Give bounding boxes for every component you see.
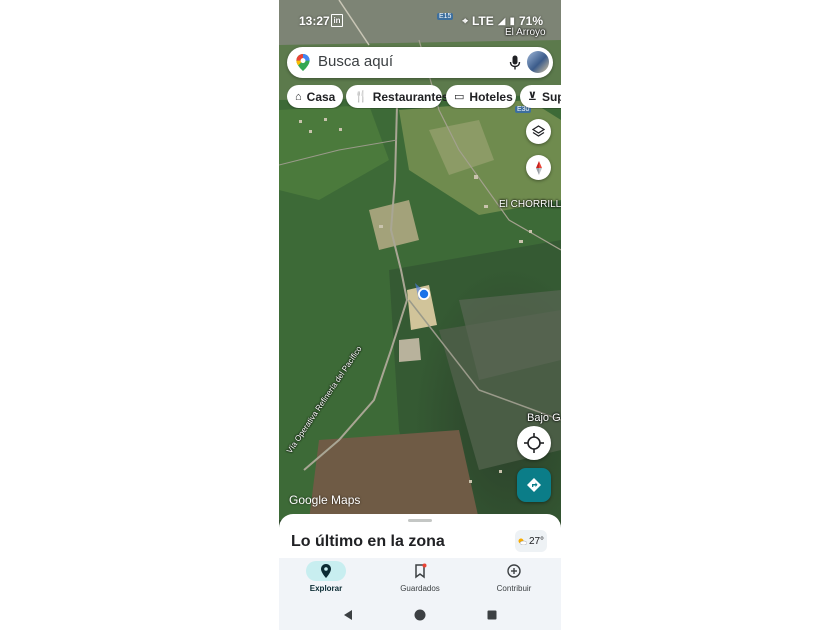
- directions-icon: [527, 478, 541, 492]
- chip-supermercados[interactable]: ⊻ Supe: [520, 85, 561, 108]
- restaurant-icon: 🍴: [354, 91, 368, 103]
- layers-button[interactable]: [526, 119, 551, 144]
- nav-label: Contribuir: [496, 584, 532, 593]
- category-chips: ⌂ Casa 🍴 Restaurantes ▭ Hoteles ⊻ Supe: [287, 85, 561, 109]
- directions-button[interactable]: [517, 468, 551, 502]
- map-label-bajo: Bajo G: [527, 412, 561, 424]
- status-indicators: ⌖ LTE ◢ ▮ 71%: [462, 14, 543, 28]
- explore-pin-icon: [321, 564, 331, 578]
- bottom-sheet[interactable]: Lo último en la zona 27°: [279, 514, 561, 562]
- map-label-el-chorrillo: El CHORRILLO: [499, 199, 561, 210]
- hotel-icon: ▭: [454, 91, 465, 103]
- chip-casa[interactable]: ⌂ Casa: [287, 85, 343, 108]
- linkedin-notification-icon: in: [331, 14, 343, 27]
- search-input[interactable]: Busca aquí: [318, 53, 393, 70]
- crosshair-icon: [524, 433, 544, 453]
- sheet-title: Lo último en la zona: [291, 533, 445, 550]
- chip-label: Hoteles: [469, 89, 513, 104]
- nav-label: Guardados: [400, 584, 440, 593]
- signal-icon: ◢: [497, 15, 506, 27]
- chip-label: Casa: [306, 89, 336, 104]
- home-icon: ⌂: [295, 90, 302, 103]
- maps-pin-logo-icon: [296, 54, 310, 71]
- chip-label: Supe: [541, 89, 561, 104]
- weather-temperature: 27°: [528, 535, 545, 547]
- location-status-icon: ⌖: [462, 15, 468, 27]
- back-icon[interactable]: [342, 609, 354, 621]
- network-type: LTE: [471, 14, 494, 28]
- weather-badge[interactable]: 27°: [515, 530, 547, 552]
- chip-hoteles[interactable]: ▭ Hoteles: [446, 85, 516, 108]
- nav-guardados[interactable]: Guardados: [373, 558, 467, 600]
- nav-label: Explorar: [309, 584, 343, 593]
- status-time: 13:27: [299, 14, 330, 28]
- bookmark-icon: [415, 563, 427, 579]
- system-navigation-bar: [279, 600, 561, 630]
- bottom-navigation: Explorar Guardados Contribuir: [279, 558, 561, 600]
- phone-screen: El Arroyo El CHORRILLO Bajo G Vía Operat…: [279, 0, 561, 630]
- microphone-icon[interactable]: [509, 55, 521, 71]
- nav-contribuir[interactable]: Contribuir: [467, 558, 561, 600]
- layers-icon: [532, 125, 545, 137]
- sheet-drag-handle[interactable]: [408, 519, 432, 522]
- cart-icon: ⊻: [528, 91, 537, 103]
- account-avatar[interactable]: [527, 51, 549, 73]
- recents-icon[interactable]: [486, 609, 498, 621]
- chip-label: Restaurantes: [372, 89, 449, 104]
- nav-explorar[interactable]: Explorar: [279, 558, 373, 600]
- home-button-icon[interactable]: [414, 609, 426, 621]
- battery-icon: ▮: [509, 15, 515, 27]
- my-location-button[interactable]: [517, 426, 551, 460]
- battery-percent: 71%: [518, 14, 543, 28]
- search-bar[interactable]: Busca aquí: [287, 47, 553, 78]
- compass-icon: [535, 160, 542, 175]
- chip-restaurantes[interactable]: 🍴 Restaurantes: [346, 85, 449, 108]
- status-bar: 13:27 in ⌖ LTE ◢ ▮ 71%: [279, 0, 561, 40]
- compass-button[interactable]: [526, 155, 551, 180]
- google-maps-logo: Google Maps: [289, 493, 361, 507]
- add-circle-icon: [507, 564, 521, 578]
- partly-cloudy-icon: [518, 538, 527, 545]
